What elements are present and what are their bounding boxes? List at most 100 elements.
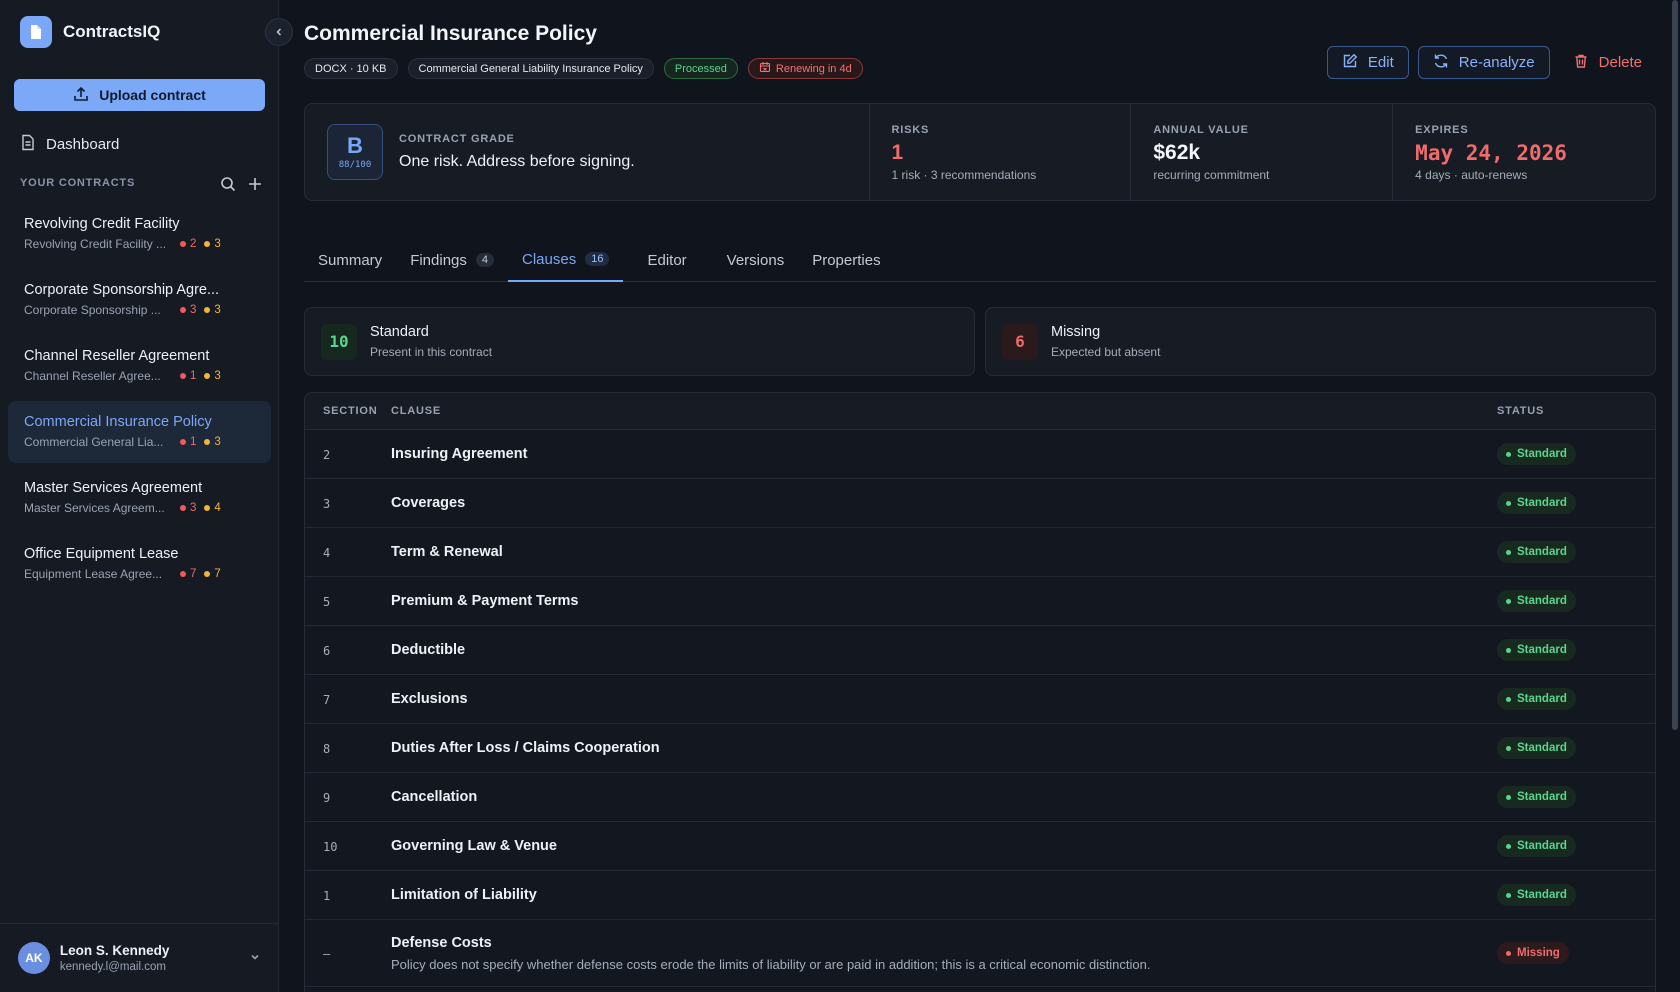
tab-count: 4 (475, 253, 495, 267)
warning-count: 7 (214, 568, 221, 580)
warning-count: 3 (214, 370, 221, 382)
grade-score: 88/100 (338, 159, 372, 170)
contract-meta: Corporate Sponsorship ... 3 3 (24, 303, 255, 317)
clause-stats: 10 Standard Present in this contract 6 M… (304, 307, 1656, 376)
status-label: Standard (1517, 791, 1567, 803)
grade-letter: B (347, 132, 363, 158)
section-number: 1 (323, 889, 331, 903)
grade-label: CONTRACT GRADE (399, 133, 515, 145)
main-content: Commercial Insurance Policy DOCX · 10 KB… (304, 0, 1656, 992)
status-header: STATUS (1497, 405, 1545, 417)
risk-dot (180, 505, 186, 511)
status-badge: Standard (1497, 639, 1576, 661)
nav-dashboard[interactable]: Dashboard (20, 134, 119, 155)
document-icon (20, 16, 52, 48)
tab-findings[interactable]: Findings 4 (396, 238, 508, 282)
contract-item[interactable]: Office Equipment Lease Equipment Lease A… (8, 533, 271, 595)
tab-summary[interactable]: Summary (304, 238, 396, 282)
clause-name: Term & Renewal (391, 544, 503, 560)
risk-dot (180, 307, 186, 313)
status-badge: Standard (1497, 835, 1576, 857)
section-number: 10 (323, 840, 338, 854)
table-row[interactable]: — Defense Costs Policy does not specify wh… (305, 920, 1655, 987)
warning-dot (204, 439, 211, 445)
chevron-down-icon[interactable] (249, 950, 261, 966)
page-scrollbar[interactable] (1672, 0, 1678, 730)
grade-badge: B 88/100 (327, 124, 383, 180)
tab-label: Clauses (522, 250, 577, 268)
collapse-sidebar-button[interactable] (265, 18, 293, 46)
risks-stat: RISKS 1 1 risk · 3 recommendations (870, 104, 1132, 200)
warning-dot (204, 307, 211, 313)
risk-dot (180, 571, 186, 577)
table-row[interactable]: 6 Deductible Standard (305, 626, 1655, 675)
table-row[interactable]: 9 Cancellation Standard (305, 773, 1655, 822)
standard-title: Standard (370, 324, 429, 340)
brand[interactable]: ContractsIQ (20, 16, 160, 48)
warning-count: 3 (214, 436, 221, 448)
risks-value: 1 (891, 141, 904, 164)
risk-count: 1 (190, 436, 197, 448)
contract-item[interactable]: Master Services Agreement Master Service… (8, 467, 271, 529)
status-dot (1506, 843, 1511, 849)
table-row[interactable]: 1 Limitation of Liability Standard (305, 871, 1655, 920)
contract-title: Revolving Credit Facility (24, 216, 180, 232)
clause-name: Insuring Agreement (391, 446, 528, 462)
tab-bar: Summary Findings 4 Clauses 16 Editor Ver… (304, 238, 1656, 282)
warning-count: 3 (214, 304, 221, 316)
avatar: AK (18, 942, 50, 974)
contract-item[interactable]: Channel Reseller Agreement Channel Resel… (8, 335, 271, 397)
refresh-icon (1433, 53, 1449, 73)
tab-count: 16 (585, 252, 610, 266)
reanalyze-label: Re-analyze (1458, 54, 1535, 71)
edit-button[interactable]: Edit (1326, 46, 1409, 79)
table-row[interactable]: 4 Term & Renewal Standard (305, 528, 1655, 577)
table-row[interactable]: 8 Duties After Loss / Claims Cooperation S… (305, 724, 1655, 773)
clause-name: Cancellation (391, 789, 478, 805)
table-row[interactable]: 3 Coverages Standard (305, 479, 1655, 528)
table-row[interactable]: 5 Premium & Payment Terms Standard (305, 577, 1655, 626)
contract-item[interactable]: Revolving Credit Facility Revolving Cred… (8, 203, 271, 265)
edit-icon (1342, 53, 1358, 73)
table-row[interactable]: 2 Insuring Agreement Standard (305, 430, 1655, 479)
search-icon[interactable] (220, 176, 236, 195)
risk-count: 7 (190, 568, 197, 580)
tab-properties[interactable]: Properties (798, 238, 894, 282)
status-dot (1506, 892, 1511, 898)
section-number: 2 (323, 448, 331, 462)
table-row[interactable]: 10 Governing Law & Venue Standard (305, 822, 1655, 871)
status-label: Standard (1517, 742, 1567, 754)
tab-versions[interactable]: Versions (713, 238, 799, 282)
tab-editor[interactable]: Editor (633, 238, 700, 282)
status-label: Standard (1517, 693, 1567, 705)
delete-button[interactable]: Delete (1559, 46, 1656, 79)
contract-meta: Master Services Agreem... 3 4 (24, 501, 255, 515)
user-menu[interactable]: AK Leon S. Kennedy kennedy.l@mail.com (0, 923, 279, 992)
tab-clauses[interactable]: Clauses 16 (508, 238, 624, 282)
status-dot (1506, 745, 1511, 751)
contract-item-active[interactable]: Commercial Insurance Policy Commercial G… (8, 401, 271, 463)
status-badge: Standard (1497, 786, 1576, 808)
risk-count: 3 (190, 502, 197, 514)
grade-message: One risk. Address before signing. (399, 153, 635, 170)
missing-stat: 6 Missing Expected but absent (985, 307, 1656, 376)
upload-label: Upload contract (99, 87, 206, 103)
missing-count: 6 (1002, 323, 1038, 360)
warning-dot (204, 373, 211, 379)
status-badge: Missing (1497, 942, 1569, 964)
add-icon[interactable] (248, 177, 262, 194)
warning-count: 3 (214, 238, 221, 250)
table-row[interactable]: 7 Exclusions Standard (305, 675, 1655, 724)
clause-description: Policy does not specify whether defense … (391, 956, 1151, 972)
dashboard-label: Dashboard (46, 136, 120, 153)
delete-label: Delete (1598, 54, 1642, 71)
clause-name: Premium & Payment Terms (391, 593, 579, 609)
contract-item[interactable]: Corporate Sponsorship Agre... Corporate … (8, 269, 271, 331)
upload-contract-button[interactable]: Upload contract (14, 79, 265, 111)
reanalyze-button[interactable]: Re-analyze (1417, 46, 1550, 79)
expires-label: EXPIRES (1415, 124, 1469, 136)
contract-title: Office Equipment Lease (24, 546, 179, 562)
clause-header: CLAUSE (391, 405, 442, 417)
status-badge: Standard (1497, 443, 1576, 465)
risk-dot (180, 439, 186, 445)
